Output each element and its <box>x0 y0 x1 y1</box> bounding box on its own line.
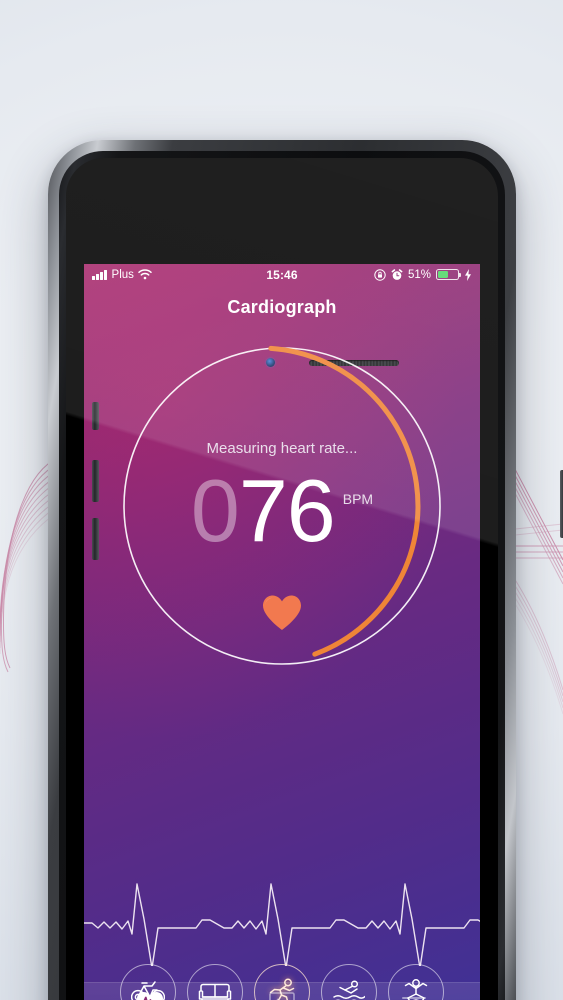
heart-rate-waveform <box>84 876 480 969</box>
wifi-icon <box>138 269 152 280</box>
bpm-unit-label: BPM <box>342 491 374 507</box>
app-screen: Plus 15:46 51% Cardiograph Measuring hea… <box>84 264 480 1000</box>
navigation-bar: Cardiograph <box>84 285 480 329</box>
status-bar: Plus 15:46 51% <box>84 264 480 285</box>
heart-rate-value: 076 <box>191 467 336 555</box>
battery-percent-label: 51% <box>407 268 432 281</box>
signal-bars-icon <box>92 269 107 280</box>
carrier-label: Plus <box>111 268 134 281</box>
tab-menu[interactable]: Menu <box>348 991 480 1000</box>
tab-cardiograph[interactable]: Cardiograph <box>84 991 216 1000</box>
tab-history[interactable]: History <box>216 991 348 1000</box>
clock-label: 15:46 <box>266 267 298 282</box>
page-title: Cardiograph <box>227 296 337 317</box>
heart-rate-value-row: 076 BPM <box>84 467 480 555</box>
heart-rate-leading-zero: 0 <box>190 461 240 560</box>
heart-indicator <box>84 594 480 637</box>
hamburger-menu-icon <box>402 996 426 999</box>
heart-icon <box>263 595 301 630</box>
monitor-chart-icon <box>269 991 295 1000</box>
phone-screen-glass: Plus 15:46 51% Cardiograph Measuring hea… <box>66 158 498 1000</box>
bottom-tab-bar: Cardiograph History <box>84 982 480 1000</box>
phone-device: Plus 15:46 51% Cardiograph Measuring hea… <box>48 140 563 1000</box>
alarm-clock-icon <box>391 268 403 280</box>
waveform-path <box>84 883 480 969</box>
measuring-status-label: Measuring heart rate... <box>206 440 358 457</box>
battery-icon <box>436 269 462 280</box>
heart-pulse-icon <box>137 991 163 1000</box>
heart-rate-digits: 76 <box>238 461 336 560</box>
charging-bolt-icon <box>465 268 472 281</box>
rotation-lock-icon <box>374 268 386 281</box>
